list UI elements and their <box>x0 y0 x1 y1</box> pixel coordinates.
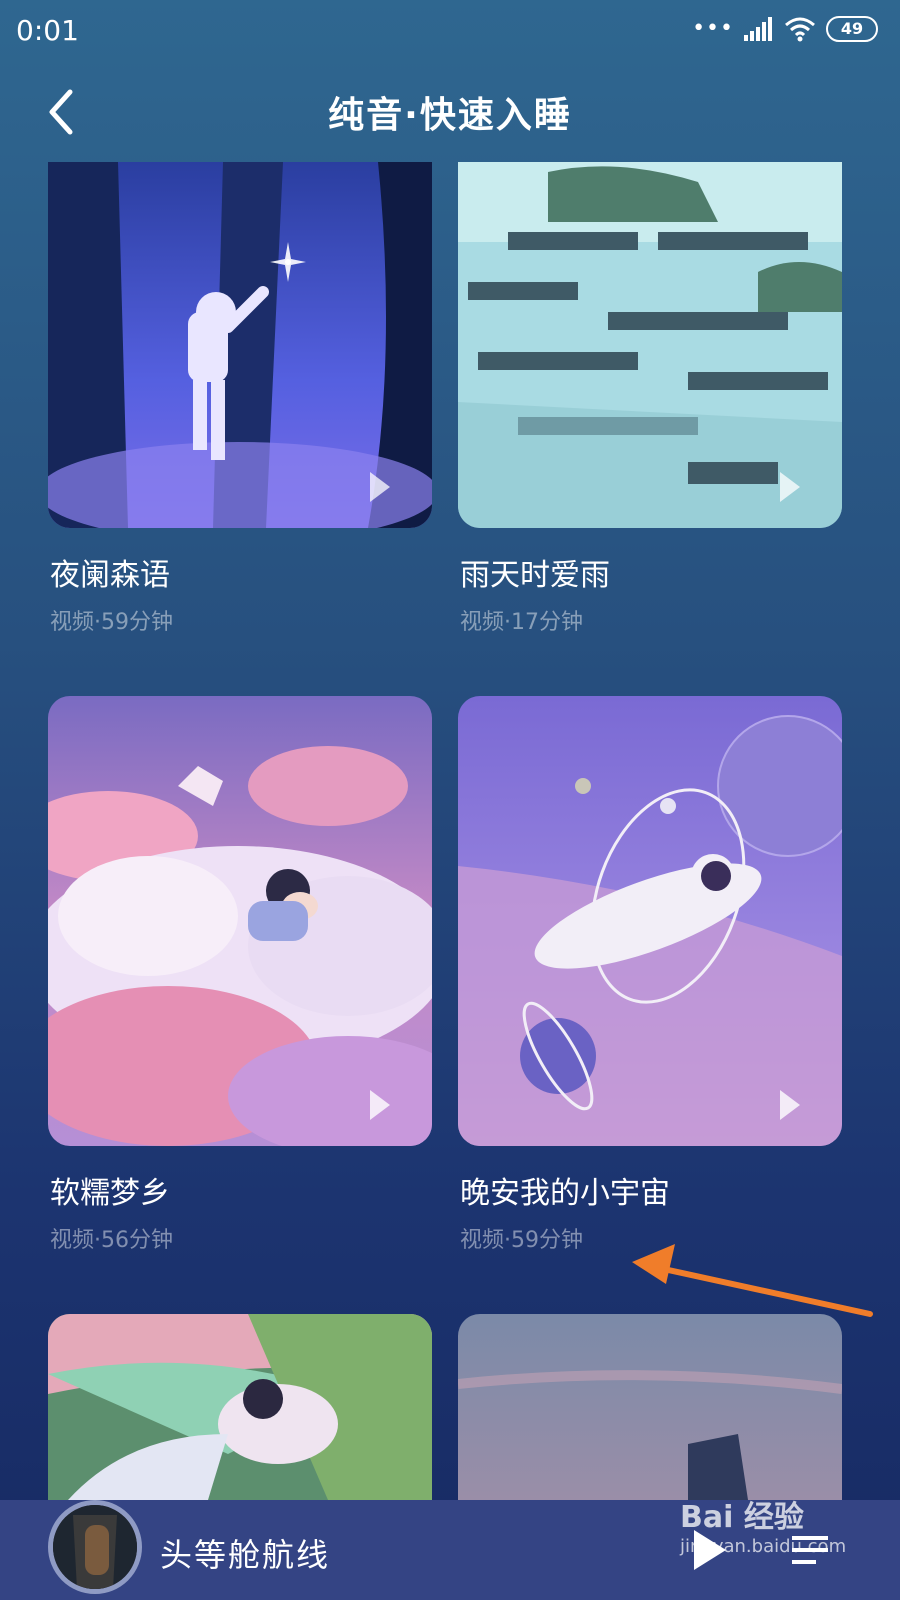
card-thumbnail <box>48 162 432 528</box>
card-meta: 视频·56分钟 <box>50 1228 173 1253</box>
status-icons: ••• 49 <box>692 16 878 42</box>
card-partial-left[interactable] <box>48 1314 432 1500</box>
card-rain[interactable]: 雨天时爱雨 视频·17分钟 <box>458 162 842 635</box>
annotation-arrow-icon <box>632 1244 873 1317</box>
card-meta: 视频·59分钟 <box>50 610 173 635</box>
card-title: 晚安我的小宇宙 <box>460 1176 670 1211</box>
card-title: 夜阑森语 <box>50 558 170 593</box>
player-track-title: 头等舱航线 <box>160 1536 331 1574</box>
rainy-town-illustration <box>458 162 842 528</box>
status-time: 0:01 <box>16 14 79 47</box>
card-partial-right[interactable] <box>458 1314 842 1500</box>
battery-indicator: 49 <box>826 16 878 42</box>
wifi-icon <box>785 17 815 42</box>
card-title: 雨天时爱雨 <box>460 558 610 593</box>
card-meta: 视频·17分钟 <box>460 610 583 635</box>
card-thumbnail <box>48 696 432 1146</box>
card-meta: 视频·59分钟 <box>460 1228 583 1253</box>
card-dreamland[interactable]: 软糯梦乡 视频·56分钟 <box>48 696 432 1253</box>
page-title: 纯音·快速入睡 <box>328 95 572 136</box>
signal-icon <box>744 17 772 41</box>
card-thumbnail <box>458 696 842 1146</box>
leaf-sleeper-illustration <box>48 1314 432 1500</box>
cloud-sleeper-illustration <box>48 696 432 1146</box>
watermark-logo-text: Bai 经验 <box>680 1500 804 1535</box>
forest-astronaut-illustration <box>48 162 432 528</box>
card-thumbnail <box>458 1314 842 1500</box>
card-title: 软糯梦乡 <box>50 1176 170 1211</box>
dusk-sky-illustration <box>458 1314 842 1500</box>
baidu-jingyan-watermark: Bai 经验 jingyan.baidu.com <box>680 1492 846 1557</box>
space-astronaut-illustration <box>458 696 842 1146</box>
status-bar: 0:01 ••• 49 <box>0 0 900 62</box>
player-cover-art <box>48 1500 142 1594</box>
card-thumbnail <box>458 162 842 528</box>
more-dots-icon: ••• <box>692 16 734 41</box>
card-thumbnail <box>48 1314 432 1500</box>
watermark-url: jingyan.baidu.com <box>680 1536 847 1557</box>
card-forest[interactable]: 夜阑森语 视频·59分钟 <box>48 162 432 635</box>
card-universe[interactable]: 晚安我的小宇宙 视频·59分钟 <box>458 696 842 1253</box>
